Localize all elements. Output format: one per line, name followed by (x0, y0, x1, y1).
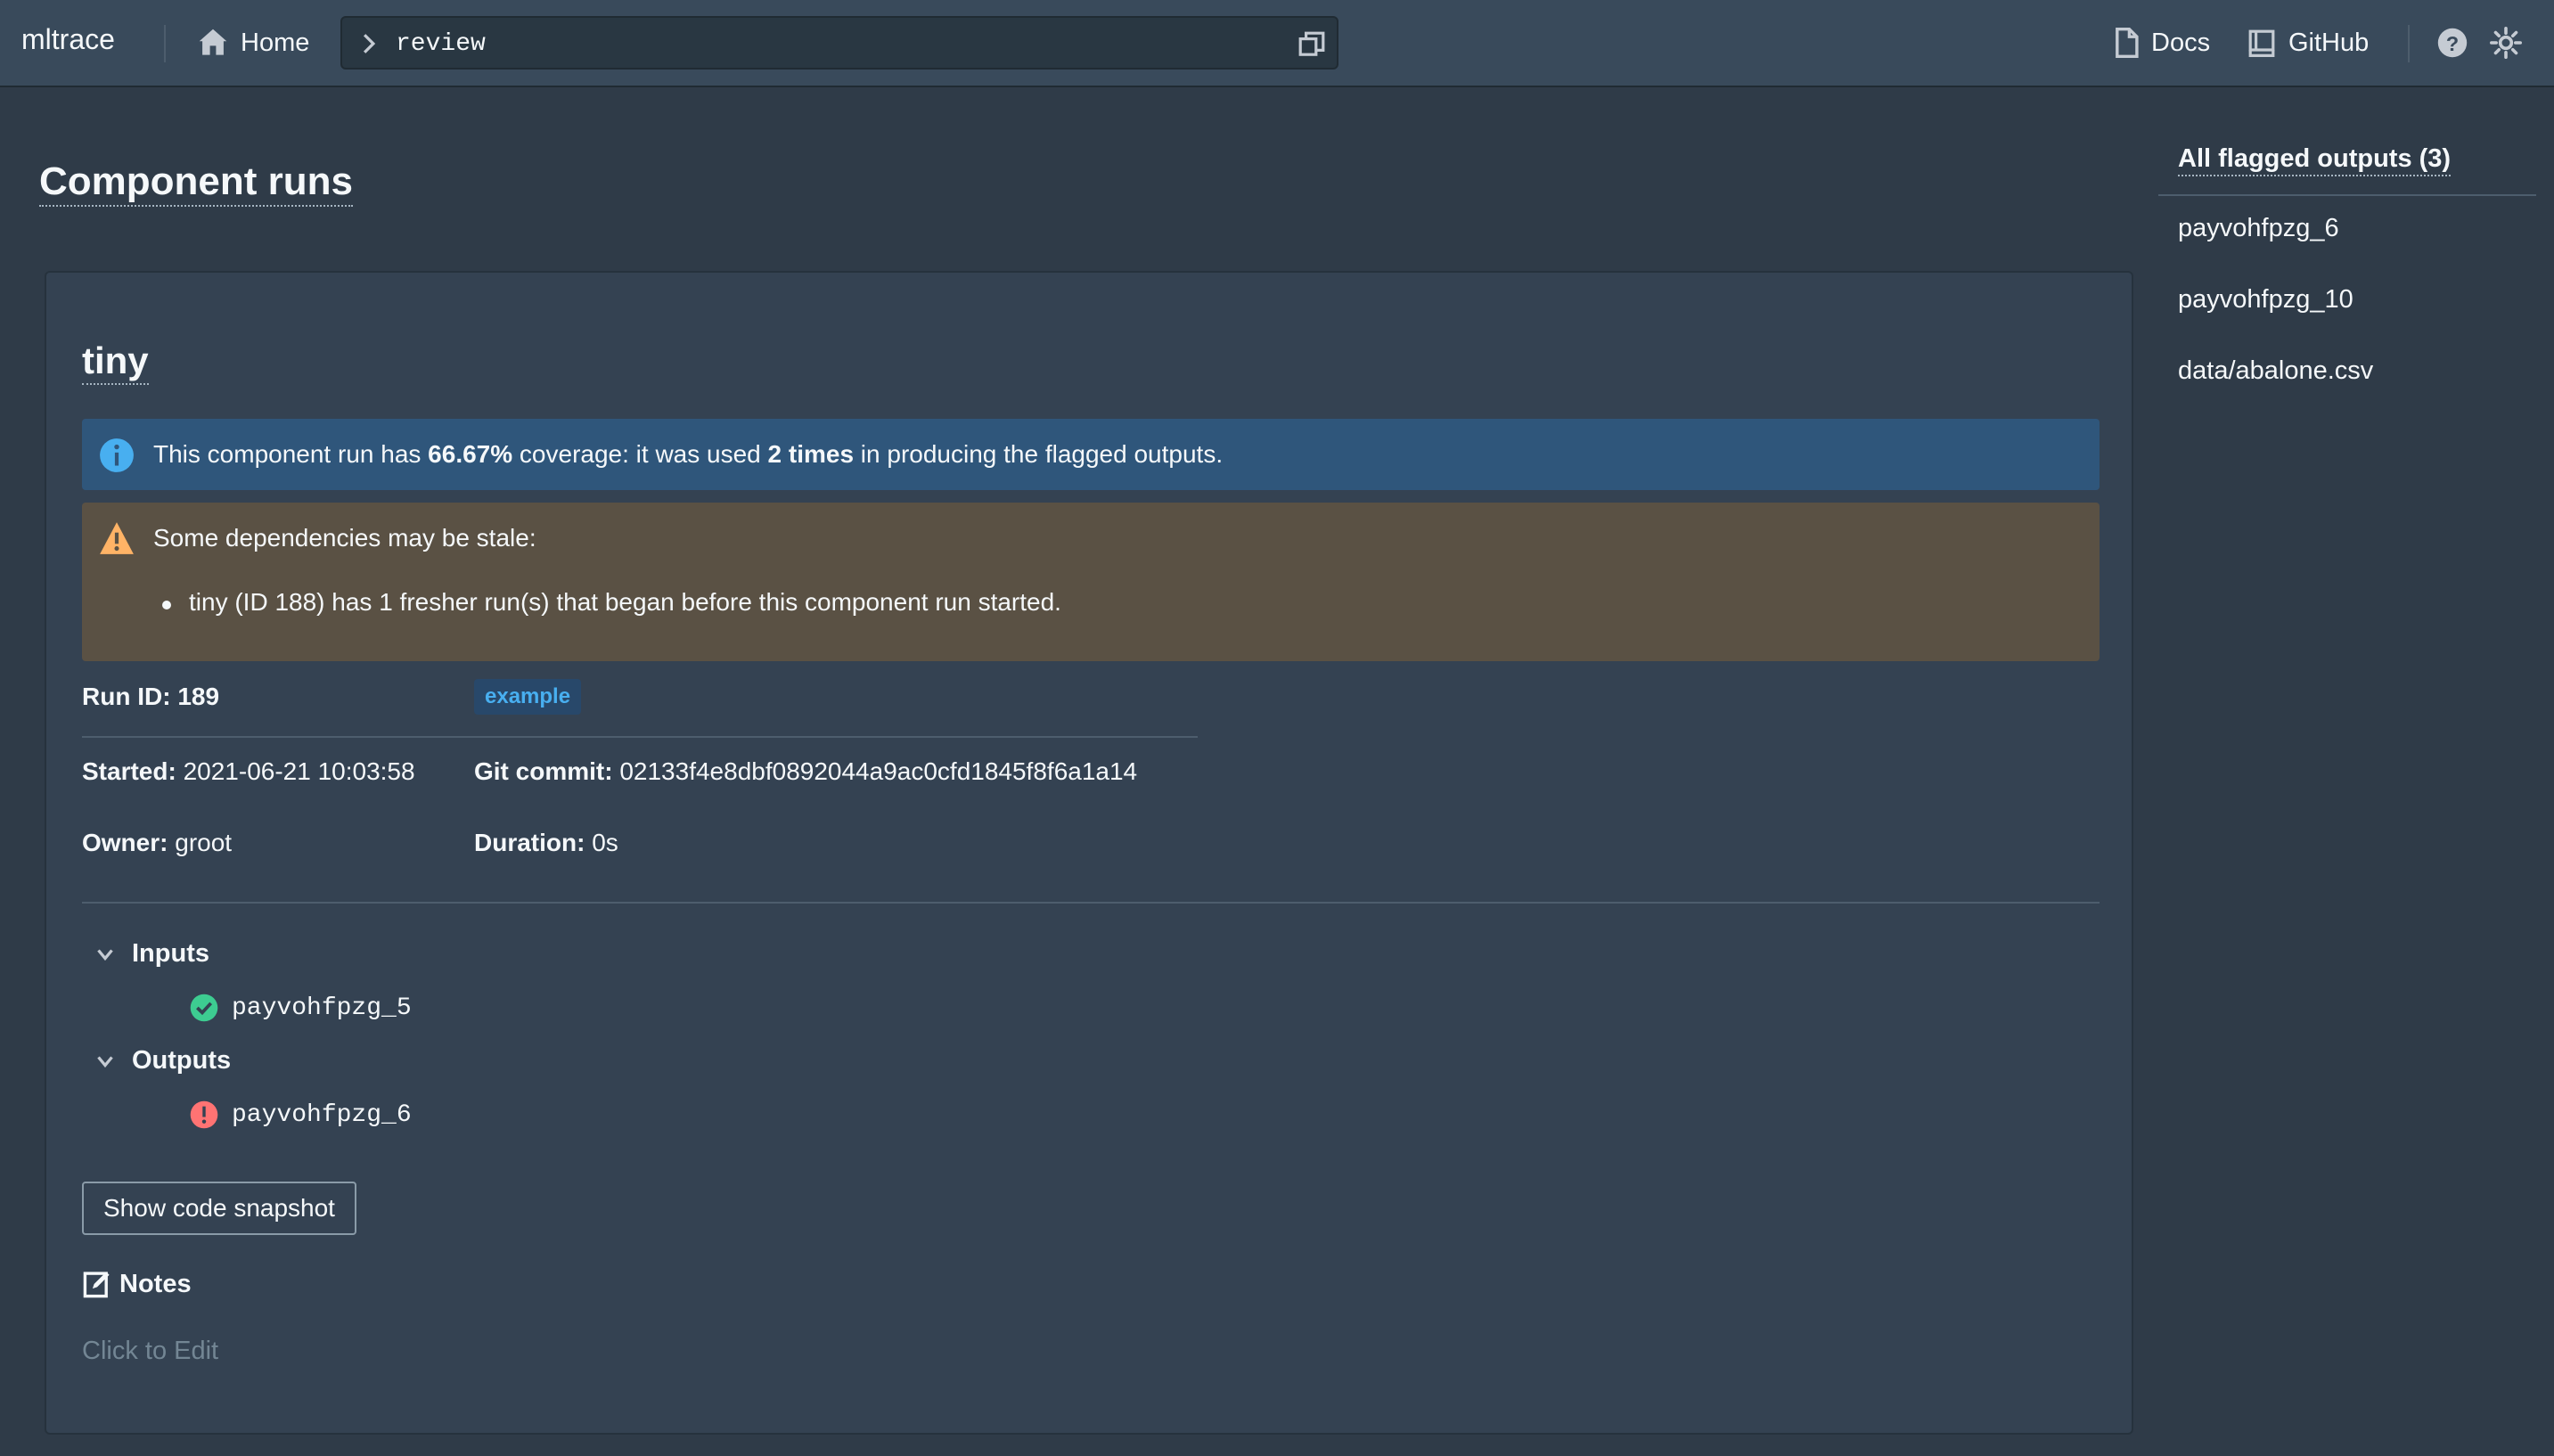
navbar-divider (164, 25, 166, 62)
show-code-snapshot-button[interactable]: Show code snapshot (82, 1182, 356, 1235)
run-id-label: Run ID: (82, 683, 171, 710)
outputs-label: Outputs (132, 1046, 232, 1075)
inputs-toggle[interactable]: Inputs (94, 939, 209, 969)
coverage-prefix: This component run has (153, 440, 429, 468)
started-label: Started: (82, 757, 176, 785)
run-id: Run ID: 189 (82, 683, 219, 711)
breadcrumb[interactable]: review (340, 16, 1338, 70)
svg-text:?: ? (2446, 32, 2459, 55)
coverage-times: 2 times (767, 440, 855, 468)
document-icon (2116, 28, 2139, 58)
duration-value: 0s (592, 829, 618, 856)
input-item[interactable]: payvohfpzg_5 (189, 993, 412, 1023)
error-icon (190, 1100, 218, 1129)
coverage-callout: This component run has 66.67% coverage: … (82, 419, 2100, 490)
chevron-down-icon (97, 1055, 113, 1067)
chevron-down-icon (97, 948, 113, 961)
owner: Owner: groot (82, 829, 232, 857)
help-icon[interactable]: ? (2436, 27, 2468, 59)
run-id-value: 189 (177, 683, 220, 710)
coverage-middle: coverage: it was used (512, 440, 768, 468)
edit-icon (83, 1272, 110, 1298)
docs-button[interactable]: Docs (2114, 21, 2210, 64)
book-icon (2248, 29, 2275, 57)
stale-heading: Some dependencies may be stale: (153, 524, 536, 552)
owner-label: Owner: (82, 829, 168, 856)
run-component-name: tiny (82, 339, 149, 385)
started: Started: 2021-06-21 10:03:58 (82, 757, 415, 786)
top-navbar: mltrace Home review Docs GitHub ? (0, 0, 2554, 87)
coverage-suffix: in producing the flagged outputs. (854, 440, 1224, 468)
docs-label: Docs (2151, 28, 2211, 57)
home-label: Home (241, 28, 310, 57)
started-value: 2021-06-21 10:03:58 (183, 757, 415, 785)
breadcrumb-current: review (396, 30, 486, 58)
navbar-divider-right (2408, 25, 2410, 62)
section-divider (82, 902, 2100, 904)
duration: Duration: 0s (474, 829, 618, 857)
flagged-output-item[interactable]: payvohfpzg_10 (2178, 285, 2353, 315)
git-commit-value: 02133f4e8dbf0892044a9ac0cfd1845f8f6a1a14 (619, 757, 1138, 785)
home-icon (199, 29, 227, 55)
flagged-output-item[interactable]: payvohfpzg_6 (2178, 214, 2339, 243)
component-run-card: tiny This component run has 66.67% cover… (45, 271, 2133, 1435)
coverage-text: This component run has 66.67% coverage: … (153, 440, 1223, 469)
output-item[interactable]: payvohfpzg_6 (189, 1100, 412, 1130)
output-name: payvohfpzg_6 (232, 1100, 412, 1129)
sidebar-divider (2158, 194, 2536, 196)
github-label: GitHub (2288, 28, 2370, 57)
run-tag[interactable]: example (474, 679, 582, 715)
meta-divider (82, 736, 1198, 738)
git-commit-label: Git commit: (474, 757, 613, 785)
app-brand: mltrace (21, 23, 115, 55)
owner-value: groot (175, 829, 233, 856)
flagged-output-item[interactable]: data/abalone.csv (2178, 356, 2373, 386)
chevron-right-icon (363, 34, 376, 53)
github-button[interactable]: GitHub (2247, 21, 2369, 64)
flagged-outputs-title[interactable]: All flagged outputs (3) (2178, 143, 2452, 176)
inputs-label: Inputs (132, 939, 209, 968)
home-button[interactable]: Home (198, 21, 309, 64)
coverage-percent: 66.67% (428, 440, 513, 468)
info-sign-icon (100, 438, 134, 472)
duplicate-icon[interactable] (1297, 30, 1326, 59)
flash-icon[interactable] (2490, 27, 2522, 59)
input-name: payvohfpzg_5 (232, 994, 412, 1022)
notes-heading: Notes (82, 1269, 192, 1299)
tick-circle-icon (190, 994, 218, 1022)
page-title: Component runs (39, 159, 353, 207)
stale-dependencies-callout: Some dependencies may be stale: tiny (ID… (82, 503, 2100, 661)
warning-sign-icon (100, 522, 134, 554)
outputs-toggle[interactable]: Outputs (94, 1046, 231, 1076)
git-commit: Git commit: 02133f4e8dbf0892044a9ac0cfd1… (474, 757, 1137, 786)
notes-editable[interactable]: Click to Edit (82, 1337, 218, 1366)
stale-item: tiny (ID 188) has 1 fresher run(s) that … (162, 588, 1061, 616)
duration-label: Duration: (474, 829, 585, 856)
notes-label: Notes (119, 1269, 192, 1298)
